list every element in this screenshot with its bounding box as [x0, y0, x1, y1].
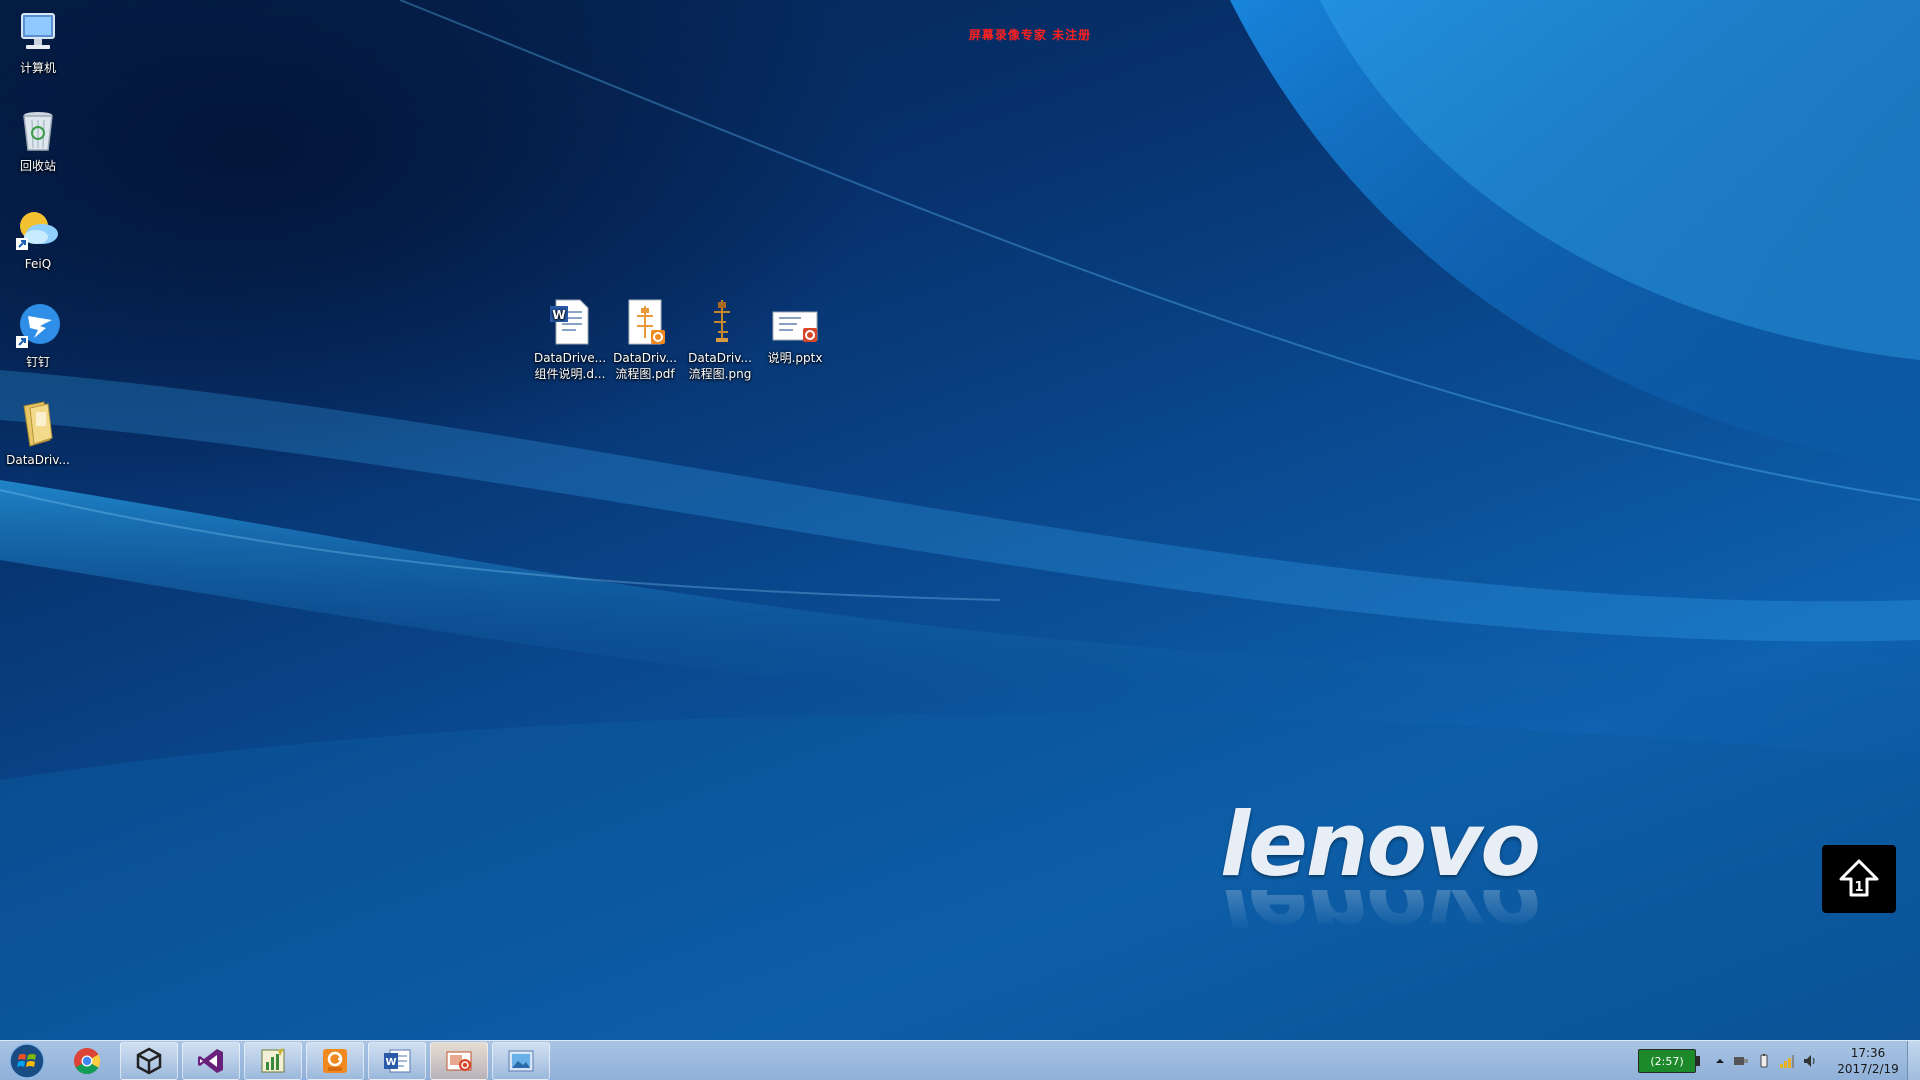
desktop-shortcut-feiq[interactable]: FeiQ — [0, 204, 76, 272]
desktop-shortcut-recycle-bin[interactable]: 回收站 — [0, 106, 76, 174]
start-button[interactable] — [4, 1042, 50, 1080]
recorder-watermark-banner: 屏幕录像专家 未注册 — [968, 28, 1092, 42]
svg-text:W: W — [385, 1057, 396, 1068]
tray-expand-arrow-icon[interactable] — [1712, 1053, 1728, 1069]
photo-viewer-icon — [508, 1050, 534, 1072]
folder-icon — [14, 400, 62, 448]
chrome-icon — [74, 1048, 101, 1075]
taskbar-pdf-reader[interactable] — [306, 1042, 364, 1080]
desktop-file-png[interactable]: DataDriv... 流程图.png — [682, 298, 758, 382]
visual-studio-icon — [198, 1049, 223, 1073]
desktop-file-pdf[interactable]: DataDriv... 流程图.pdf — [607, 298, 683, 382]
battery-status[interactable]: (2:57) — [1638, 1049, 1696, 1073]
desktop-file-pptx[interactable]: 说明.pptx — [757, 298, 833, 366]
pdf-document-icon — [621, 298, 669, 346]
taskbar-charts-app[interactable] — [244, 1042, 302, 1080]
clock-time: 17:36 — [1850, 1046, 1886, 1060]
taskbar-word[interactable]: W — [368, 1042, 426, 1080]
battery-tip — [1696, 1056, 1700, 1066]
taskbar-visual-studio[interactable] — [182, 1042, 240, 1080]
clock-date: 2017/2/19 — [1837, 1062, 1899, 1076]
desktop-shortcut-computer[interactable]: 计算机 — [0, 8, 76, 76]
desktop-wallpaper — [0, 0, 1920, 1040]
word-icon: W — [384, 1049, 411, 1073]
computer-icon — [14, 8, 62, 56]
tray-power-icon[interactable] — [1756, 1053, 1772, 1069]
taskbar-clock[interactable]: 17:36 2017/2/19 — [1826, 1045, 1910, 1077]
unity-icon — [136, 1047, 162, 1075]
desktop-file-word-doc[interactable]: W DataDrive... 组件说明.d... — [532, 298, 608, 382]
feiq-icon — [14, 204, 62, 252]
show-desktop-button[interactable] — [1907, 1041, 1920, 1080]
taskbar-powerpoint[interactable] — [430, 1042, 488, 1080]
taskbar-chrome[interactable] — [58, 1042, 116, 1080]
tray-wifi-signal-icon[interactable] — [1779, 1053, 1795, 1069]
lenovo-logo: lenovo lenovo — [1220, 793, 1541, 931]
powerpoint-icon — [446, 1051, 472, 1071]
tray-network-device-icon[interactable] — [1733, 1053, 1749, 1069]
recycle-bin-icon — [14, 106, 62, 154]
upload-arrow-icon: 1 — [1839, 859, 1879, 897]
charts-app-icon — [261, 1048, 285, 1073]
svg-text:1: 1 — [1854, 880, 1863, 895]
svg-text:W: W — [552, 308, 565, 322]
desktop-folder-datadriv[interactable]: DataDriv... — [0, 400, 76, 468]
powerpoint-icon — [771, 298, 819, 346]
start-orb-icon — [9, 1043, 45, 1079]
word-document-icon: W — [546, 298, 594, 346]
pdf-reader-icon — [323, 1049, 347, 1073]
desktop-shortcut-dingtalk[interactable]: 钉钉 — [0, 302, 76, 370]
taskbar: W (2:57) 17:36 2017/2/19 — [0, 1040, 1920, 1080]
taskbar-unity[interactable] — [120, 1042, 178, 1080]
upload-widget[interactable]: 1 — [1822, 845, 1896, 913]
tray-volume-icon[interactable] — [1802, 1053, 1818, 1069]
taskbar-photo-viewer[interactable] — [492, 1042, 550, 1080]
dingtalk-icon — [14, 302, 62, 350]
png-image-icon — [696, 298, 744, 346]
